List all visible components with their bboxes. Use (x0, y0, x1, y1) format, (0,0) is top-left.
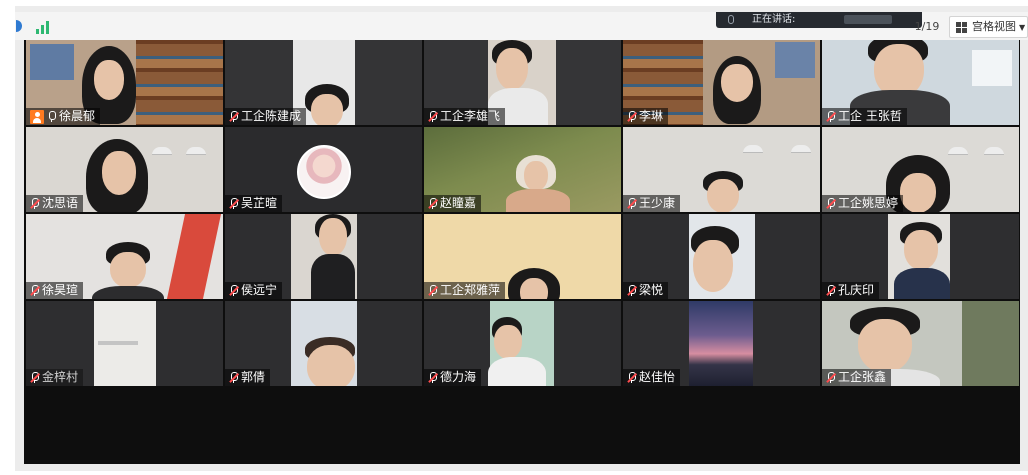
speaker-mic-icon (728, 15, 734, 24)
video-tile[interactable]: 金梓村 (26, 301, 223, 386)
video-tile[interactable]: 赵瞳嘉 (424, 127, 621, 212)
participant-name-bar: 侯远宁 (225, 282, 283, 299)
video-tile[interactable]: 赵佳怡 (623, 301, 820, 386)
participant-name-bar: 沈思语 (26, 195, 84, 212)
video-tile[interactable]: 王少康 (623, 127, 820, 212)
mic-muted-icon (229, 285, 239, 296)
page-indicator: 1/19 (914, 20, 940, 33)
participant-name-bar: 工企郑雅萍 (424, 282, 506, 299)
participant-name-bar: 徐晨郁 (26, 108, 101, 125)
mic-muted-icon (826, 285, 836, 296)
participant-name-bar: 梁悦 (623, 282, 669, 299)
participant-name-bar: 工企李雄飞 (424, 108, 506, 125)
mic-muted-icon (428, 372, 438, 383)
video-tile[interactable]: 工企张鑫 (822, 301, 1019, 386)
participant-name: 吴芷暄 (241, 196, 278, 210)
mic-muted-icon (229, 198, 239, 209)
participant-name-bar: 工企 王张哲 (822, 108, 907, 125)
participant-name: 徐晨郁 (59, 109, 96, 123)
video-tile[interactable]: 德力海 (424, 301, 621, 386)
mic-muted-icon (229, 372, 239, 383)
participant-name: 郭倩 (241, 370, 266, 384)
speaker-name-blurred (844, 15, 892, 24)
mic-muted-icon (229, 111, 239, 122)
participant-name-bar: 郭倩 (225, 369, 271, 386)
participant-name-bar: 金梓村 (26, 369, 84, 386)
host-icon (30, 109, 44, 124)
participant-name-bar: 赵佳怡 (623, 369, 681, 386)
participant-name: 梁悦 (639, 283, 664, 297)
chevron-down-icon: ▼ (1019, 23, 1026, 32)
gallery-view-button[interactable]: 宫格视图 ▼ (949, 16, 1028, 38)
video-tile[interactable]: 李琳 (623, 40, 820, 125)
active-speaker-banner: 正在讲话: (716, 12, 922, 28)
participant-name: 金梓村 (42, 370, 79, 384)
participant-name-bar: 工企姚思婷 (822, 195, 904, 212)
video-tile[interactable]: 侯远宁 (225, 214, 422, 299)
mic-muted-icon (627, 198, 637, 209)
speaking-label: 正在讲话: (752, 14, 796, 25)
video-tile[interactable]: 工企郑雅萍 (424, 214, 621, 299)
participant-name-bar: 吴芷暄 (225, 195, 283, 212)
mic-icon (47, 111, 56, 122)
participant-name: 工企张鑫 (838, 370, 887, 384)
grid-view-icon (956, 22, 967, 33)
participant-name-bar: 李琳 (623, 108, 669, 125)
sunset-photo (689, 301, 753, 386)
participant-name-bar: 孔庆印 (822, 282, 880, 299)
mic-muted-icon (428, 285, 438, 296)
participant-name-bar: 赵瞳嘉 (424, 195, 482, 212)
participant-name: 工企陈建成 (241, 109, 302, 123)
participant-name: 沈思语 (42, 196, 79, 210)
mic-muted-icon (428, 198, 438, 209)
participant-name: 工企 王张哲 (838, 109, 902, 123)
participant-name: 李琳 (639, 109, 664, 123)
participant-name: 赵佳怡 (639, 370, 676, 384)
mic-muted-icon (627, 372, 637, 383)
participant-name: 侯远宁 (241, 283, 278, 297)
mic-muted-icon (826, 372, 836, 383)
video-tile[interactable]: 工企 王张哲 (822, 40, 1019, 125)
participant-name-bar: 德力海 (424, 369, 482, 386)
participant-name: 赵瞳嘉 (440, 196, 477, 210)
participant-name: 工企李雄飞 (440, 109, 501, 123)
video-tile[interactable]: 沈思语 (26, 127, 223, 212)
participant-name: 孔庆印 (838, 283, 875, 297)
video-tile[interactable]: 梁悦 (623, 214, 820, 299)
participant-name: 王少康 (639, 196, 676, 210)
mic-muted-icon (627, 285, 637, 296)
participant-name: 德力海 (440, 370, 477, 384)
participant-name-bar: 徐昊瑄 (26, 282, 84, 299)
participant-name: 工企姚思婷 (838, 196, 899, 210)
network-signal-icon[interactable] (36, 18, 52, 34)
mic-muted-icon (30, 372, 40, 383)
participant-name-bar: 王少康 (623, 195, 681, 212)
video-tile[interactable]: 郭倩 (225, 301, 422, 386)
mic-muted-icon (627, 111, 637, 122)
participant-avatar (297, 145, 351, 199)
mic-muted-icon (30, 198, 40, 209)
video-grid: 徐晨郁 工企陈建成 工企李雄飞 李琳 工企 王张哲 沈思语 吴芷暄 赵瞳嘉 王少… (24, 40, 1020, 464)
participant-name: 徐昊瑄 (42, 283, 79, 297)
video-tile[interactable]: 工企李雄飞 (424, 40, 621, 125)
video-tile[interactable]: 孔庆印 (822, 214, 1019, 299)
video-tile[interactable]: 工企陈建成 (225, 40, 422, 125)
video-tile[interactable]: 徐晨郁 (26, 40, 223, 125)
participant-name-bar: 工企张鑫 (822, 369, 892, 386)
participant-name-bar: 工企陈建成 (225, 108, 307, 125)
mic-muted-icon (428, 111, 438, 122)
mic-muted-icon (826, 198, 836, 209)
mic-muted-icon (826, 111, 836, 122)
video-tile[interactable]: 工企姚思婷 (822, 127, 1019, 212)
video-tile[interactable]: 徐昊瑄 (26, 214, 223, 299)
mic-muted-icon (30, 285, 40, 296)
participant-name: 工企郑雅萍 (440, 283, 501, 297)
video-tile[interactable]: 吴芷暄 (225, 127, 422, 212)
view-label: 宫格视图 (972, 20, 1016, 33)
